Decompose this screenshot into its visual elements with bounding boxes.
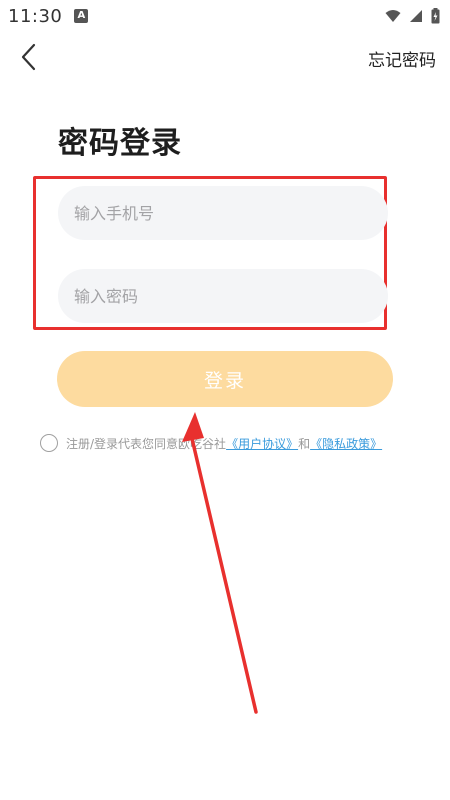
forgot-password-link[interactable]: 忘记密码	[368, 46, 436, 71]
battery-icon	[431, 8, 440, 24]
agreement-mid-text: 吃谷社	[190, 436, 227, 451]
phone-input[interactable]	[58, 186, 388, 240]
status-right	[385, 8, 440, 24]
agreement-prefix: 注册/登录代表您同意欧	[66, 436, 191, 451]
status-left: 11:30 A	[8, 5, 89, 27]
wifi-icon	[385, 10, 401, 22]
user-agreement-link[interactable]: 《用户协议》	[226, 435, 298, 452]
status-bar: 11:30 A	[0, 0, 450, 32]
status-time: 11:30	[8, 5, 63, 27]
privacy-policy-link[interactable]: 《隐私政策》	[310, 435, 382, 452]
agreement-and: 和	[298, 436, 311, 451]
login-screen: 11:30 A 忘记密码 密码登录 登录	[0, 0, 450, 800]
page-title: 密码登录	[58, 126, 182, 161]
signal-icon	[410, 10, 422, 22]
agreement-checkbox[interactable]	[40, 434, 58, 452]
back-button[interactable]	[12, 40, 46, 74]
password-input[interactable]	[58, 269, 388, 323]
a-icon: A	[74, 9, 89, 23]
chevron-left-icon	[21, 43, 36, 71]
agreement-row: 注册/登录代表您同意欧 吃谷社 《用户协议》 和 《隐私政策》	[40, 434, 382, 452]
login-button[interactable]: 登录	[57, 351, 393, 407]
